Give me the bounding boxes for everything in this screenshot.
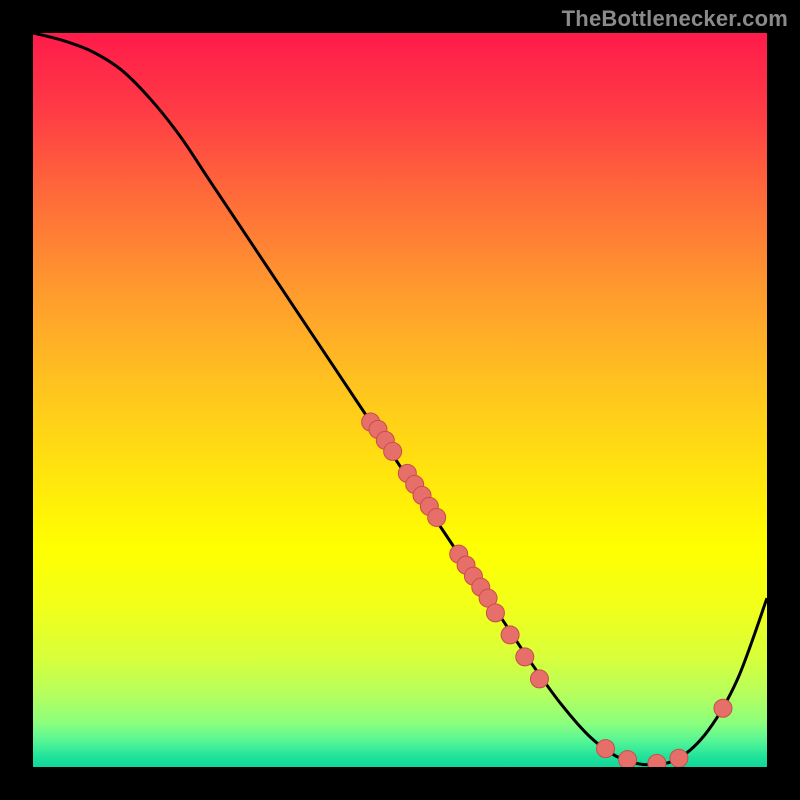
data-point [670,749,688,767]
data-point [428,508,446,526]
data-point [648,754,666,767]
data-point [619,751,637,767]
data-point [597,740,615,758]
data-point [530,670,548,688]
watermark-text: TheBottlenecker.com [562,6,788,32]
data-point [486,604,504,622]
data-point [714,699,732,717]
plot-area [33,33,767,767]
gradient-background [33,33,767,767]
data-point [501,626,519,644]
chart-stage: TheBottlenecker.com [0,0,800,800]
data-point [516,648,534,666]
chart-svg [33,33,767,767]
data-point [384,442,402,460]
